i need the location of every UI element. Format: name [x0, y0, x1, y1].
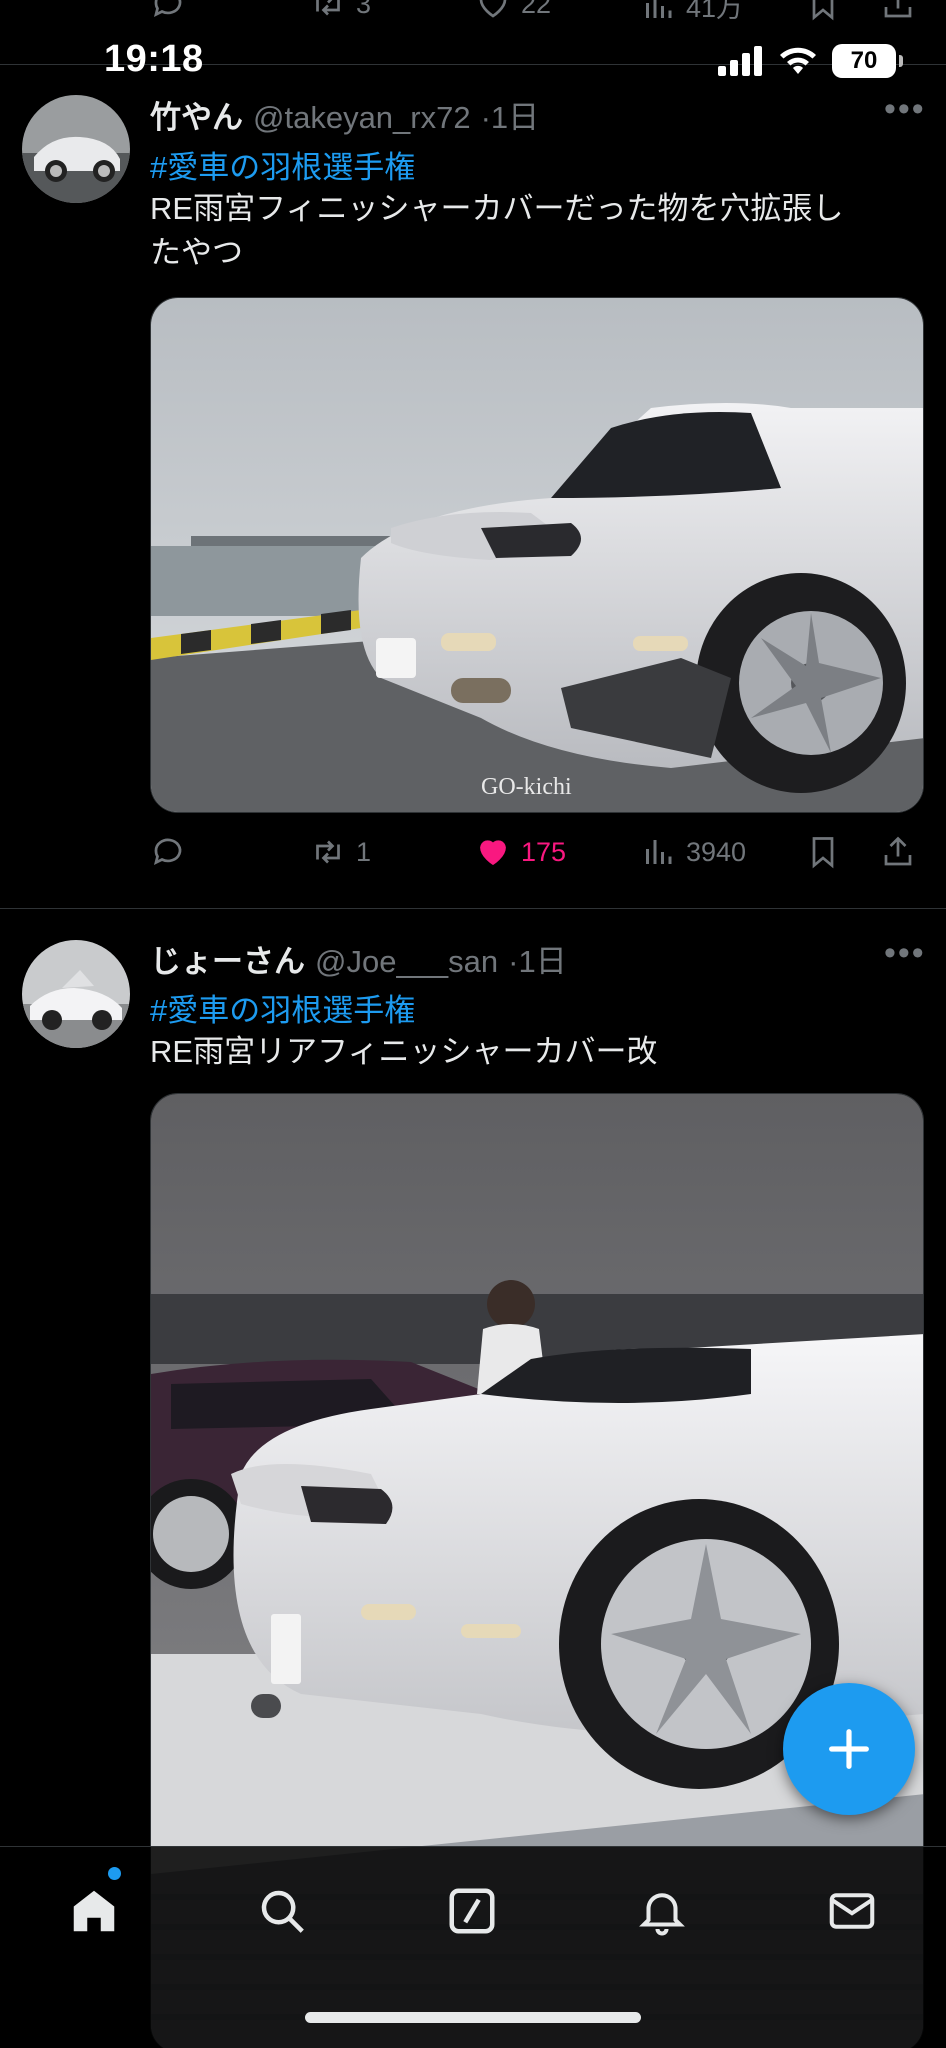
- avatar[interactable]: [22, 95, 130, 203]
- tweet-text: RE雨宮フィニッシャーカバーだった物を穴拡張し たやつ: [150, 187, 920, 275]
- tab-messages[interactable]: [822, 1881, 882, 1941]
- hashtag-link[interactable]: #愛車の羽根選手権: [150, 985, 415, 1030]
- home-notification-dot: [108, 1867, 121, 1880]
- compose-plus-icon: [829, 1729, 869, 1769]
- share-button[interactable]: [880, 0, 916, 22]
- avatar-image: [22, 940, 130, 1048]
- like-button[interactable]: 175: [475, 834, 566, 870]
- battery-level: 70: [850, 47, 878, 74]
- retweet-count: 1: [356, 836, 372, 867]
- notifications-icon: [639, 1893, 685, 1936]
- avatar[interactable]: [22, 940, 130, 1048]
- user-handle[interactable]: @Joe___san: [315, 944, 498, 980]
- like-icon: [479, 0, 507, 18]
- user-handle[interactable]: @takeyan_rx72: [253, 100, 471, 136]
- grok-icon: [449, 1888, 495, 1934]
- reply-icon: [153, 838, 182, 866]
- home-icon: [73, 1890, 115, 1932]
- views-button[interactable]: 41万: [640, 0, 743, 25]
- tweet-timestamp[interactable]: ·1日: [508, 936, 567, 981]
- share-button[interactable]: [880, 834, 916, 870]
- wifi-icon: [780, 47, 816, 74]
- tweet-action-bar: 1 175 3940: [150, 834, 930, 878]
- status-time: 19:18: [104, 38, 204, 80]
- car-photo: GO-kichi: [151, 298, 923, 812]
- bookmark-icon: [812, 0, 834, 21]
- tweet-text-line: たやつ: [150, 235, 243, 270]
- views-count: 3940: [686, 836, 747, 867]
- reply-button[interactable]: [150, 0, 186, 22]
- home-indicator[interactable]: [305, 2012, 641, 2023]
- display-name[interactable]: じょーさん: [150, 936, 305, 981]
- display-name[interactable]: 竹やん: [150, 92, 243, 137]
- tweet-header: 竹やん @takeyan_rx72 ·1日: [150, 92, 539, 137]
- like-count: 175: [521, 836, 567, 867]
- tweet-header: じょーさん @Joe___san ·1日: [150, 936, 567, 981]
- views-icon: [646, 0, 672, 18]
- retweet-count: 3: [356, 0, 372, 19]
- retweet-icon: [316, 840, 340, 864]
- avatar-image: [22, 95, 130, 203]
- tweet-media-image[interactable]: GO-kichi: [150, 297, 924, 813]
- tweet-timestamp[interactable]: ·1日: [481, 92, 540, 137]
- views-count: 41万: [686, 0, 744, 23]
- reply-icon: [153, 0, 182, 18]
- divider: [0, 908, 946, 909]
- retweet-button[interactable]: 1: [310, 834, 371, 870]
- messages-icon: [829, 1893, 875, 1929]
- cellular-signal-icon: [718, 46, 762, 76]
- bookmark-button[interactable]: [805, 0, 841, 22]
- retweet-icon: [316, 0, 340, 16]
- like-count: 22: [521, 0, 552, 19]
- search-icon: [261, 1890, 304, 1933]
- views-button[interactable]: 3940: [640, 834, 746, 870]
- more-icon[interactable]: •••: [884, 934, 926, 973]
- more-icon[interactable]: •••: [884, 90, 926, 129]
- like-icon: [480, 840, 506, 866]
- tab-search[interactable]: [252, 1881, 312, 1941]
- bookmark-button[interactable]: [805, 834, 841, 870]
- views-icon: [646, 840, 672, 864]
- bookmark-icon: [812, 837, 834, 869]
- tweet-text-line: RE雨宮リアフィニッシャーカバー改: [150, 1034, 658, 1069]
- tab-grok[interactable]: [442, 1881, 502, 1941]
- tab-home[interactable]: [64, 1881, 124, 1941]
- like-button[interactable]: 22: [475, 0, 551, 22]
- retweet-button[interactable]: 3: [310, 0, 371, 22]
- share-icon: [884, 836, 912, 866]
- battery-indicator: 70: [832, 44, 903, 78]
- tweet-text-line: RE雨宮フィニッシャーカバーだった物を穴拡張し: [150, 191, 844, 226]
- tab-notifications[interactable]: [632, 1881, 692, 1941]
- hashtag-link[interactable]: #愛車の羽根選手権: [150, 142, 415, 187]
- share-icon: [884, 0, 912, 18]
- reply-button[interactable]: [150, 834, 186, 870]
- previous-tweet-action-bar: 3 22 41万: [150, 0, 930, 30]
- tweet-text: RE雨宮リアフィニッシャーカバー改: [150, 1030, 920, 1074]
- compose-button[interactable]: [783, 1683, 915, 1815]
- image-caption: GO-kichi: [481, 774, 572, 800]
- status-icons: 70: [718, 44, 903, 78]
